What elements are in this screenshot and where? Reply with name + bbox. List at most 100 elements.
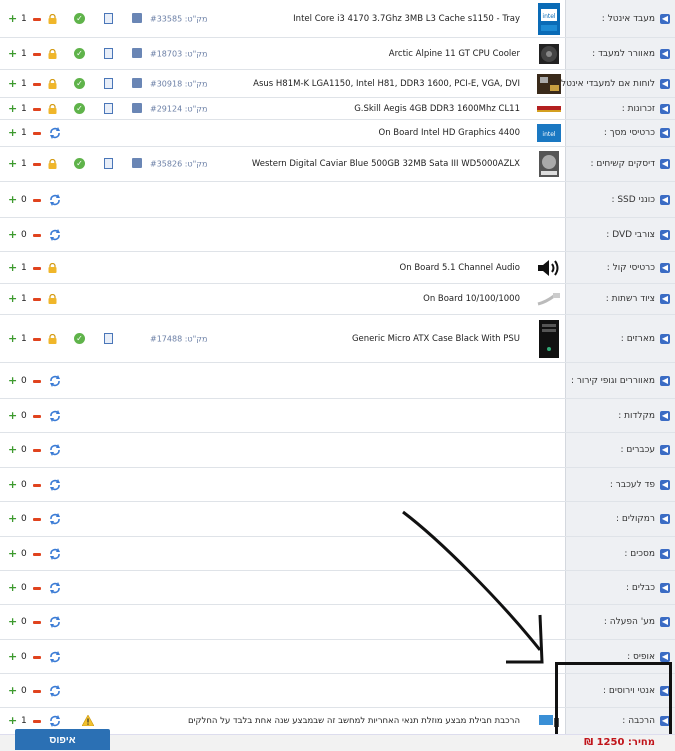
expand-arrow-icon[interactable]: ◀ bbox=[660, 229, 670, 240]
plus-icon[interactable]: + bbox=[8, 332, 17, 345]
refresh-icon[interactable] bbox=[49, 127, 61, 139]
details-icon[interactable] bbox=[104, 332, 113, 344]
minus-icon[interactable] bbox=[33, 518, 41, 521]
minus-icon[interactable] bbox=[33, 132, 41, 135]
plus-icon[interactable]: + bbox=[8, 547, 17, 560]
refresh-icon[interactable] bbox=[49, 650, 61, 663]
product-name[interactable]: On Board 5.1 Channel Audio bbox=[400, 263, 520, 273]
expand-arrow-icon[interactable]: ◀ bbox=[660, 479, 670, 490]
plus-icon[interactable]: + bbox=[8, 261, 17, 274]
expand-arrow-icon[interactable]: ◀ bbox=[660, 13, 670, 24]
minus-icon[interactable] bbox=[33, 379, 41, 383]
minus-icon[interactable] bbox=[33, 298, 41, 301]
expand-arrow-icon[interactable]: ◀ bbox=[660, 651, 670, 662]
refresh-icon[interactable] bbox=[49, 513, 61, 525]
plus-icon[interactable]: + bbox=[8, 684, 17, 697]
lock-icon[interactable] bbox=[48, 48, 57, 59]
minus-icon[interactable] bbox=[33, 198, 41, 202]
expand-arrow-icon[interactable]: ◀ bbox=[660, 582, 670, 593]
category-cell[interactable]: ◀ כונני SSD : bbox=[565, 182, 675, 217]
category-cell[interactable]: ◀ מארזים : bbox=[565, 315, 675, 362]
refresh-icon[interactable] bbox=[49, 228, 61, 241]
plus-icon[interactable]: + bbox=[8, 193, 17, 206]
plus-icon[interactable]: + bbox=[8, 715, 17, 727]
category-cell[interactable]: ◀ זכרונות : bbox=[565, 98, 675, 119]
category-cell[interactable]: ◀ כרטיסי מסך : bbox=[565, 120, 675, 146]
expand-arrow-icon[interactable]: ◀ bbox=[660, 333, 670, 344]
minus-icon[interactable] bbox=[33, 414, 41, 418]
expand-arrow-icon[interactable]: ◀ bbox=[660, 78, 670, 89]
refresh-icon[interactable] bbox=[49, 547, 61, 560]
product-name[interactable]: הרכבת חבילת מבצע מוזלת תנאי האחריות למחש… bbox=[188, 716, 520, 726]
refresh-icon[interactable] bbox=[49, 684, 61, 697]
category-cell[interactable]: ◀ עכברים : bbox=[565, 433, 675, 467]
category-cell[interactable]: ◀ פד לעכבר : bbox=[565, 468, 675, 501]
category-cell[interactable]: ◀ מאווררים וגופי קירור : bbox=[565, 363, 675, 398]
minus-icon[interactable] bbox=[33, 720, 41, 723]
lock-icon[interactable] bbox=[48, 293, 57, 304]
plus-icon[interactable]: + bbox=[8, 12, 17, 25]
expand-arrow-icon[interactable]: ◀ bbox=[660, 445, 670, 455]
details-icon[interactable] bbox=[104, 12, 113, 24]
plus-icon[interactable]: + bbox=[8, 77, 17, 90]
details-icon[interactable] bbox=[104, 77, 113, 89]
expand-arrow-icon[interactable]: ◀ bbox=[660, 548, 670, 559]
refresh-icon[interactable] bbox=[49, 444, 61, 456]
plus-icon[interactable]: + bbox=[8, 478, 17, 491]
refresh-icon[interactable] bbox=[49, 374, 61, 387]
plus-icon[interactable]: + bbox=[8, 127, 17, 139]
minus-icon[interactable] bbox=[33, 621, 41, 624]
details-icon[interactable] bbox=[104, 47, 113, 59]
minus-icon[interactable] bbox=[33, 52, 41, 56]
details-icon[interactable] bbox=[104, 102, 113, 114]
refresh-icon[interactable] bbox=[49, 581, 61, 594]
save-icon[interactable] bbox=[132, 102, 142, 113]
refresh-icon[interactable] bbox=[49, 616, 61, 628]
category-cell[interactable]: ◀ מסכים : bbox=[565, 537, 675, 570]
refresh-icon[interactable] bbox=[49, 478, 61, 491]
lock-icon[interactable] bbox=[48, 78, 57, 89]
save-icon[interactable] bbox=[132, 12, 142, 23]
expand-arrow-icon[interactable]: ◀ bbox=[660, 617, 670, 627]
minus-icon[interactable] bbox=[33, 17, 41, 21]
minus-icon[interactable] bbox=[33, 82, 41, 86]
plus-icon[interactable]: + bbox=[8, 228, 17, 241]
product-name[interactable]: Western Digital Caviar Blue 500GB 32MB S… bbox=[252, 159, 520, 169]
plus-icon[interactable]: + bbox=[8, 158, 17, 170]
plus-icon[interactable]: + bbox=[8, 581, 17, 594]
minus-icon[interactable] bbox=[33, 266, 41, 270]
minus-icon[interactable] bbox=[33, 449, 41, 452]
plus-icon[interactable]: + bbox=[8, 616, 17, 628]
expand-arrow-icon[interactable]: ◀ bbox=[660, 128, 670, 138]
category-cell[interactable]: ◀ ציוד רשתות : bbox=[565, 284, 675, 314]
plus-icon[interactable]: + bbox=[8, 409, 17, 422]
save-icon[interactable] bbox=[132, 47, 142, 58]
plus-icon[interactable]: + bbox=[8, 513, 17, 525]
expand-arrow-icon[interactable]: ◀ bbox=[660, 375, 670, 386]
minus-icon[interactable] bbox=[33, 337, 41, 341]
expand-arrow-icon[interactable]: ◀ bbox=[660, 194, 670, 205]
save-icon[interactable] bbox=[132, 158, 142, 168]
lock-icon[interactable] bbox=[48, 158, 57, 169]
category-cell[interactable]: ◀ מקלדות : bbox=[565, 399, 675, 432]
category-cell[interactable]: ◀ מעבד אינטל : bbox=[565, 0, 675, 37]
refresh-icon[interactable] bbox=[49, 409, 61, 422]
expand-arrow-icon[interactable]: ◀ bbox=[660, 410, 670, 421]
category-cell[interactable]: ◀ מאוורר למעבד : bbox=[565, 38, 675, 69]
category-cell[interactable]: ◀ כרטיסי קול : bbox=[565, 252, 675, 283]
category-cell[interactable]: ◀ כבלים : bbox=[565, 571, 675, 604]
product-name[interactable]: Generic Micro ATX Case Black With PSU bbox=[352, 334, 520, 344]
lock-icon[interactable] bbox=[48, 103, 57, 114]
expand-arrow-icon[interactable]: ◀ bbox=[660, 103, 670, 114]
expand-arrow-icon[interactable]: ◀ bbox=[660, 48, 670, 59]
category-cell[interactable]: ◀ רמקולים : bbox=[565, 502, 675, 536]
product-name[interactable]: Intel Core i3 4170 3.7Ghz 3MB L3 Cache s… bbox=[293, 14, 520, 24]
save-icon[interactable] bbox=[132, 77, 142, 88]
expand-arrow-icon[interactable]: ◀ bbox=[660, 262, 670, 273]
expand-arrow-icon[interactable]: ◀ bbox=[660, 514, 670, 524]
minus-icon[interactable] bbox=[33, 689, 41, 693]
product-name[interactable]: Arctic Alpine 11 GT CPU Cooler bbox=[389, 49, 520, 59]
product-name[interactable]: On Board 10/100/1000 bbox=[423, 294, 520, 304]
product-name[interactable]: Asus H81M-K LGA1150, Intel H81, DDR3 160… bbox=[253, 79, 520, 89]
plus-icon[interactable]: + bbox=[8, 293, 17, 305]
